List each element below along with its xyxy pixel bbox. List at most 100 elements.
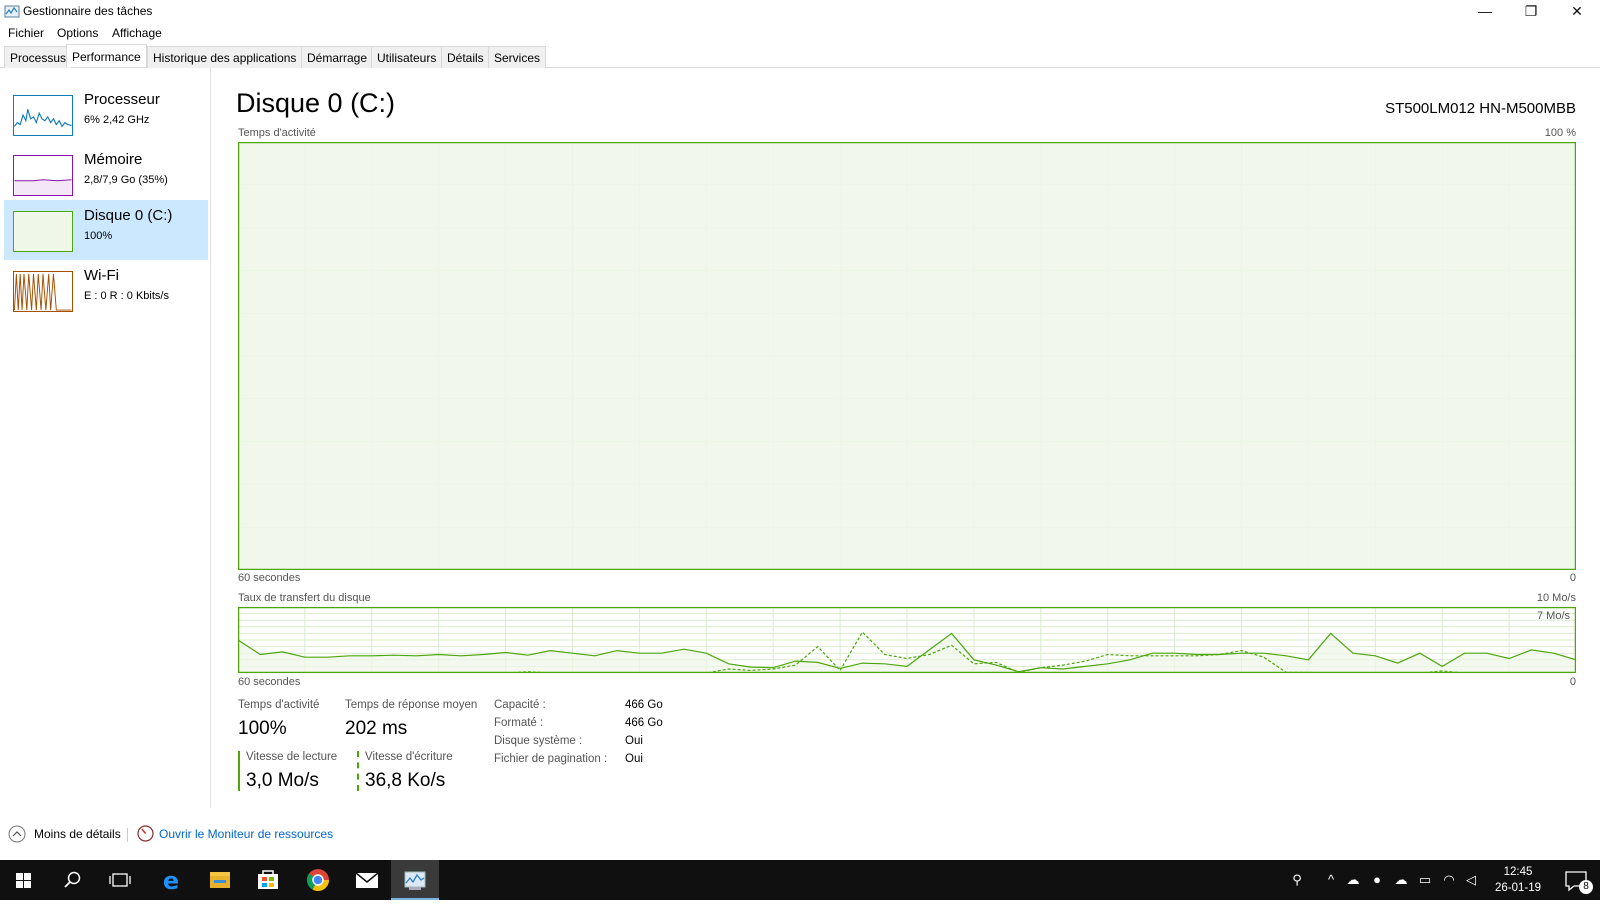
title-bar: Gestionnaire des tâches — ❐ ✕ [0,0,1600,24]
tab-performance[interactable]: Performance [66,44,147,67]
store-button[interactable] [244,860,292,900]
activity-stat-label: Temps d'activité [238,699,320,711]
taskbar: e ⚲ ^ ☁ ● ☁ ▭ ◠ ◁ 12:45 26-01-19 8 [0,860,1600,900]
task-manager-icon [404,871,426,890]
activity-chart-time: 60 secondes [238,572,301,584]
sidebar-item-label: Wi-Fi [84,267,119,284]
start-icon [16,873,31,888]
transfer-chart-label: Taux de transfert du disque [238,592,371,604]
menu-options[interactable]: Options [57,26,98,40]
processor-thumbnail [13,95,73,136]
app-tray-icon[interactable]: ● [1368,871,1386,889]
task-view-icon [109,873,131,887]
tab-startup[interactable]: Démarrage [301,46,374,68]
activity-chart-min: 0 [1569,572,1576,584]
notifications-button[interactable]: 8 [1552,860,1600,900]
tab-processes[interactable]: Processus [4,46,73,68]
activity-chart-max: 100 % [1544,127,1576,139]
svg-text:e: e [163,867,179,895]
response-stat-label: Temps de réponse moyen [345,699,478,711]
transfer-chart-max: 10 Mo/s [1536,592,1576,604]
sidebar-item-label: Mémoire [84,151,143,168]
sidebar-item-sub: E : 0 R : 0 Kbits/s [84,290,169,302]
wifi-thumbnail [13,271,73,312]
minimize-button[interactable]: — [1462,0,1508,24]
sidebar-item-memory[interactable]: Mémoire 2,8/7,9 Go (35%) [4,144,208,204]
task-manager-icon [4,5,20,18]
footer-divider [127,828,128,842]
chrome-icon [306,869,329,891]
write-stat-value: 36,8 Ko/s [365,770,446,791]
search-button[interactable] [48,860,96,900]
chrome-button[interactable] [294,860,342,900]
tab-details[interactable]: Détails [441,46,490,68]
edge-button[interactable]: e [147,860,195,900]
explorer-button[interactable] [196,860,244,900]
activity-chart-label: Temps d'activité [238,127,316,139]
write-stat-label: Vitesse d'écriture [365,751,453,763]
chevron-up-icon [8,825,26,843]
less-details-label: Moins de détails [34,827,121,841]
resource-monitor-label: Ouvrir le Moniteur de ressources [159,827,334,841]
transfer-chart-mid: 7 Mo/s [1536,610,1570,622]
people-icon[interactable]: ⚲ [1288,871,1306,889]
property-label: Disque système : [494,735,583,747]
disk-thumbnail [13,211,73,252]
sidebar-item-disk[interactable]: Disque 0 (C:) 100% [4,200,208,260]
mail-button[interactable] [343,860,391,900]
task-view-button[interactable] [96,860,144,900]
resource-monitor-icon [137,825,154,842]
activity-stat-value: 100% [238,718,287,739]
onedrive-icon[interactable]: ☁ [1344,871,1362,889]
sidebar: Processeur 6% 2,42 GHz Mémoire 2,8/7,9 G… [0,68,211,808]
task-manager-taskbar-button[interactable] [391,860,439,900]
transfer-chart [238,607,1576,673]
notification-icon [1565,871,1587,892]
store-icon [258,870,278,889]
sidebar-item-label: Disque 0 (C:) [84,207,173,224]
disk-model: ST500LM012 HN-M500MBB [1385,100,1576,117]
start-button[interactable] [0,860,48,900]
menu-view[interactable]: Affichage [112,26,162,40]
property-value: Oui [625,753,643,765]
transfer-chart-time: 60 secondes [238,676,301,688]
volume-icon[interactable]: ◁ [1462,871,1480,889]
window-title: Gestionnaire des tâches [23,4,153,18]
tab-app-history[interactable]: Historique des applications [147,46,303,68]
property-value: 466 Go [625,717,663,729]
transfer-chart-min: 0 [1569,676,1576,688]
property-label: Fichier de pagination : [494,753,608,765]
close-button[interactable]: ✕ [1554,0,1600,24]
maximize-button[interactable]: ❐ [1508,0,1554,24]
sidebar-item-sub: 2,8/7,9 Go (35%) [84,174,168,186]
page-title: Disque 0 (C:) [236,88,396,118]
sidebar-item-wifi[interactable]: Wi-Fi E : 0 R : 0 Kbits/s [4,260,208,320]
property-value: Oui [625,735,643,747]
property-label: Formaté : [494,717,544,729]
clock-date: 26-01-19 [1494,882,1542,894]
property-value: 466 Go [625,699,663,711]
chevron-up-icon[interactable]: ^ [1322,871,1340,889]
read-legend-line [238,751,240,791]
tab-bar: Processus Performance Historique des app… [0,44,1600,68]
sidebar-item-label: Processeur [84,91,160,108]
read-stat-value: 3,0 Mo/s [246,770,319,791]
tab-users[interactable]: Utilisateurs [371,46,443,68]
tab-services[interactable]: Services [488,46,547,68]
cloud-sync-icon[interactable]: ☁ [1392,871,1410,889]
explorer-icon [210,872,230,888]
wifi-icon[interactable]: ◠ [1440,871,1458,889]
read-stat-label: Vitesse de lecture [246,751,338,763]
battery-icon[interactable]: ▭ [1416,871,1434,889]
menu-file[interactable]: Fichier [8,26,44,40]
property-label: Capacité : [494,699,546,711]
notification-count: 8 [1579,880,1593,894]
response-stat-value: 202 ms [345,718,408,739]
sidebar-item-sub: 100% [84,230,113,242]
memory-thumbnail [13,155,73,196]
mail-icon [355,872,379,888]
clock[interactable]: 12:45 26-01-19 [1490,864,1546,896]
edge-icon: e [163,867,179,895]
sidebar-item-processor[interactable]: Processeur 6% 2,42 GHz [4,84,208,144]
sidebar-item-sub: 6% 2,42 GHz [84,114,150,126]
